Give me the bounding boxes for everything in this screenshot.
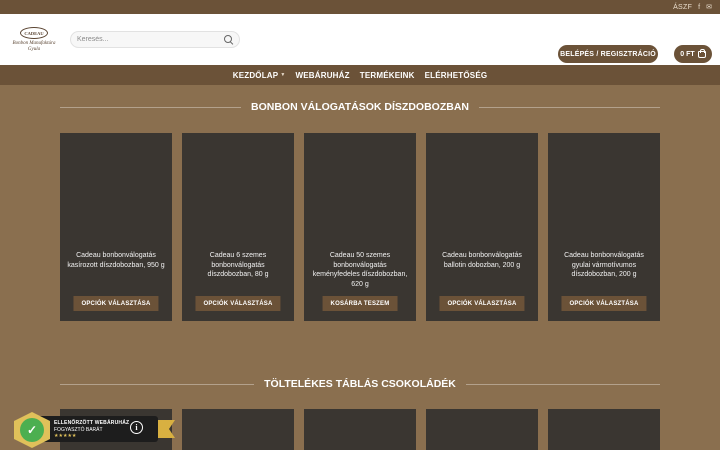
product-image[interactable] [548,133,660,245]
product-card[interactable]: Cadeau 50 szemes bonbonválogatás keményf… [304,133,416,321]
select-options-button[interactable]: OPCIÓK VÁLASZTÁSA [73,296,159,311]
product-card[interactable]: Cadeau 6 szemes bonbonválogatás díszdobo… [182,133,294,321]
product-card[interactable]: Cadeau bonbonválogatás kasírozott díszdo… [60,133,172,321]
cart-total: 0 FT [680,50,695,58]
search-icon[interactable] [224,35,233,44]
product-image[interactable] [426,133,538,245]
aszf-link[interactable]: ÁSZF [673,4,692,11]
nav-item-elerhetoseg[interactable]: ELÉRHETŐSÉG [425,71,488,80]
divider [60,106,242,108]
select-options-button[interactable]: OPCIÓK VÁLASZTÁSA [195,296,281,311]
product-card[interactable] [182,409,294,450]
chevron-down-icon: ▼ [280,72,286,78]
mail-icon[interactable]: ✉ [706,3,712,11]
add-to-cart-button[interactable]: KOSÁRBA TESZEM [322,296,398,311]
divider [60,383,255,385]
logo-badge: CADEAU [20,27,48,39]
nav-item-termekeink[interactable]: TERMÉKEINK [360,71,415,80]
product-name[interactable]: Cadeau 6 szemes bonbonválogatás díszdobo… [188,251,288,280]
divider [478,106,660,108]
product-card[interactable] [426,409,538,450]
facebook-icon[interactable]: f [698,4,700,11]
shopping-bag-icon [697,49,706,58]
product-name[interactable]: Cadeau bonbonválogatás ballotin dobozban… [432,251,532,270]
select-options-button[interactable]: OPCIÓK VÁLASZTÁSA [561,296,647,311]
product-image[interactable] [60,133,172,245]
section-title: TÖLTELÉKES TÁBLÁS CSOKOLÁDÉK [60,378,661,390]
product-name[interactable]: Cadeau bonbonválogatás kasírozott díszdo… [66,251,166,270]
main-nav: KEZDŐLAP ▼ WEBÁRUHÁZ TERMÉKEINK ELÉRHETŐ… [0,65,720,85]
product-name[interactable]: Cadeau 50 szemes bonbonválogatás keményf… [310,251,410,289]
section-heading: TÖLTELÉKES TÁBLÁS CSOKOLÁDÉK [264,378,456,390]
info-icon[interactable]: i [130,421,143,434]
top-bar: ÁSZF f ✉ [0,0,720,14]
trust-badge-title: ELLENŐRZÖTT WEBÁRUHÁZ [54,420,130,426]
rating-stars: ★★★★★ [54,433,77,439]
site-logo[interactable]: CADEAU Bonbon Manufaktúra Gyula [8,23,60,57]
product-grid: Cadeau bonbonválogatás kasírozott díszdo… [60,133,660,321]
section-title: BONBON VÁLOGATÁSOK DÍSZDOBOZBAN [60,101,660,113]
search-box[interactable] [70,31,240,48]
logo-tagline: Bonbon Manufaktúra Gyula [12,41,56,52]
select-options-button[interactable]: OPCIÓK VÁLASZTÁSA [439,296,525,311]
nav-item-kezdolap[interactable]: KEZDŐLAP ▼ [233,71,286,80]
product-card[interactable] [548,409,660,450]
login-register-button[interactable]: BELÉPÉS / REGISZTRÁCIÓ [558,45,658,63]
product-image[interactable] [182,133,294,245]
trust-badge[interactable]: ✓ ELLENŐRZÖTT WEBÁRUHÁZ FOGYASZTÓ BARÁT … [10,412,175,448]
nav-item-webaruhaz[interactable]: WEBÁRUHÁZ [295,71,349,80]
cart-button[interactable]: 0 FT [674,45,712,63]
product-image[interactable] [304,133,416,245]
product-card[interactable]: Cadeau bonbonválogatás gyulai vármotívum… [548,133,660,321]
section-heading: BONBON VÁLOGATÁSOK DÍSZDOBOZBAN [251,101,469,113]
product-card[interactable]: Cadeau bonbonválogatás ballotin dobozban… [426,133,538,321]
product-card[interactable] [304,409,416,450]
check-shield-icon: ✓ [20,418,44,442]
divider [465,383,661,385]
site-header: CADEAU Bonbon Manufaktúra Gyula BELÉPÉS … [0,14,720,65]
nav-item-label: KEZDŐLAP [232,70,279,80]
search-input[interactable] [77,36,224,43]
product-name[interactable]: Cadeau bonbonválogatás gyulai vármotívum… [554,251,654,280]
